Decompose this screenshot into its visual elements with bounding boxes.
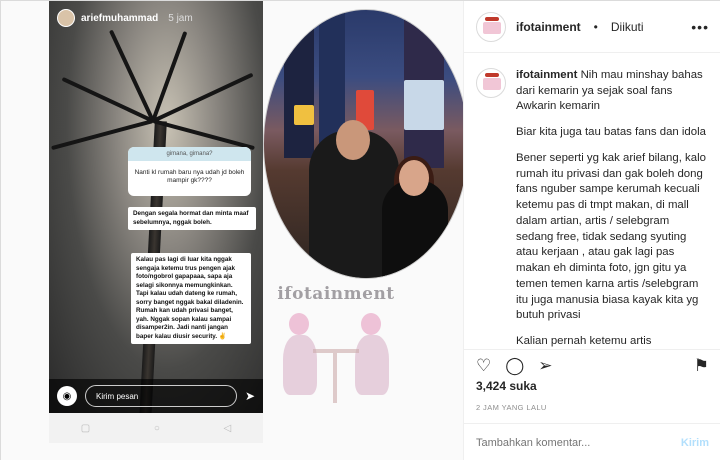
android-navbar: ▢ ○ ◁ bbox=[49, 413, 263, 443]
watermark-figure-body bbox=[283, 335, 317, 395]
billboard bbox=[294, 105, 314, 125]
question-header: gimana, gimana? bbox=[128, 147, 251, 161]
watermark-text: ifotainment bbox=[277, 284, 395, 304]
header-username[interactable]: ifotainment bbox=[516, 20, 581, 34]
recent-apps-icon: ▢ bbox=[80, 422, 91, 434]
watermark-table-leg bbox=[333, 353, 337, 403]
couple-photo bbox=[263, 9, 463, 279]
like-count[interactable]: 3,424 suka bbox=[476, 379, 537, 393]
caption-text: ifotainment Nih mau minshay bahas dari k… bbox=[516, 68, 709, 349]
caption-row: ifotainment Nih mau minshay bahas dari k… bbox=[476, 68, 709, 349]
story-reply-2: Kalau pas lagi di luar kita nggak sengaj… bbox=[131, 253, 251, 344]
caption-username[interactable]: ifotainment bbox=[516, 69, 577, 81]
send-icon: ➤ bbox=[244, 389, 255, 403]
caption-area: ifotainment Nih mau minshay bahas dari k… bbox=[464, 54, 720, 349]
back-icon: ◁ bbox=[223, 422, 232, 434]
story-time: 5 jam bbox=[168, 12, 193, 24]
bookmark-icon[interactable]: ⚑ bbox=[694, 356, 709, 376]
question-text: Nanti kl rumah baru nya udah jd boleh ma… bbox=[134, 169, 245, 185]
home-icon: ○ bbox=[153, 422, 160, 434]
watermark-figure-body bbox=[355, 335, 389, 395]
caption-paragraph: Biar kita juga tau batas fans dan idola bbox=[516, 126, 706, 139]
message-input: Kirim pesan bbox=[85, 385, 237, 407]
story-header: ariefmuhammad 5 jam bbox=[49, 1, 263, 35]
story-reply-1: Dengan segala hormat dan minta maaf sebe… bbox=[128, 207, 256, 230]
action-bar: ♡ ◯ ➢ ⚑ bbox=[464, 349, 720, 381]
post-sidebar: ifotainment • Diikuti ••• ifotainment Ni… bbox=[463, 1, 720, 460]
building bbox=[284, 18, 314, 158]
caption-paragraph: Kalian pernah ketemu artis /selebgram ga… bbox=[516, 335, 652, 348]
woman-head bbox=[399, 160, 429, 196]
like-heart-icon[interactable]: ♡ bbox=[476, 356, 491, 376]
camera-icon: ◉ bbox=[57, 386, 77, 406]
post-image[interactable]: ariefmuhammad 5 jam gimana, gimana? Nant… bbox=[1, 1, 463, 460]
comment-input[interactable] bbox=[476, 436, 681, 449]
post-comment-button[interactable]: Kirim bbox=[681, 437, 709, 449]
billboard bbox=[404, 80, 444, 130]
header-dot: • bbox=[593, 19, 598, 34]
avatar[interactable] bbox=[476, 11, 506, 42]
comment-icon[interactable]: ◯ bbox=[505, 356, 524, 376]
story-reply-bar: ◉ Kirim pesan ➤ bbox=[49, 379, 263, 413]
post-timestamp: 2 JAM YANG LALU bbox=[476, 403, 547, 412]
man-head bbox=[336, 120, 370, 160]
avatar[interactable] bbox=[476, 68, 506, 98]
share-icon[interactable]: ➢ bbox=[538, 356, 552, 376]
caption-avatar-wrap bbox=[476, 68, 506, 349]
watermark-figure-head bbox=[289, 313, 309, 335]
follow-status[interactable]: Diikuti bbox=[611, 20, 644, 34]
instagram-post-view: ariefmuhammad 5 jam gimana, gimana? Nant… bbox=[0, 0, 720, 460]
story-username: ariefmuhammad bbox=[81, 12, 159, 24]
post-header: ifotainment • Diikuti ••• bbox=[464, 1, 720, 53]
comment-form: Kirim bbox=[464, 423, 720, 460]
caption-paragraph: Bener seperti yg kak arief bilang, kalo … bbox=[516, 151, 706, 322]
more-options-icon[interactable]: ••• bbox=[691, 19, 709, 35]
watermark-figure-head bbox=[361, 313, 381, 335]
story-avatar bbox=[57, 9, 75, 27]
question-sticker: gimana, gimana? Nanti kl rumah baru nya … bbox=[128, 147, 251, 196]
story-screenshot: ariefmuhammad 5 jam gimana, gimana? Nant… bbox=[49, 1, 263, 413]
watermark: ifotainment bbox=[261, 279, 401, 429]
